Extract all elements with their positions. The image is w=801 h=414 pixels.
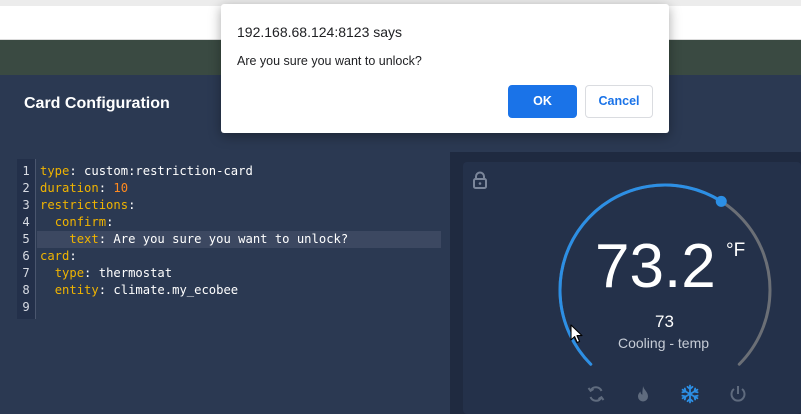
- code-line[interactable]: 3 restrictions:: [17, 197, 441, 214]
- dialog-origin: 192.168.68.124:8123 says: [237, 24, 403, 40]
- hvac-mode-label: Cooling - temp: [618, 335, 710, 351]
- code-line[interactable]: 6 card:: [17, 248, 441, 265]
- code-token: :: [128, 198, 136, 212]
- lock-icon[interactable]: [472, 171, 488, 189]
- code-token: type: [54, 266, 85, 280]
- code-line[interactable]: 2 duration: 10: [17, 180, 441, 197]
- line-number: 3: [22, 198, 30, 212]
- off-mode-icon[interactable]: [728, 384, 748, 404]
- code-token: custom:restriction-card: [84, 164, 253, 178]
- dialog-message: Are you sure you want to unlock?: [237, 54, 422, 68]
- code-line[interactable]: 9: [17, 299, 441, 316]
- code-token: confirm: [54, 215, 107, 229]
- code-token: entity: [54, 283, 99, 297]
- code-line[interactable]: 1 type: custom:restriction-card: [17, 163, 441, 180]
- code-token: Are you sure you want to unlock?: [113, 232, 349, 246]
- code-text: confirm:: [40, 214, 114, 231]
- dial-handle: [715, 195, 727, 207]
- code-token: 10: [113, 181, 129, 195]
- code-token: duration: [40, 181, 99, 195]
- code-token: thermostat: [98, 266, 173, 280]
- code-line[interactable]: 5 text: Are you sure you want to unlock?: [22, 231, 441, 248]
- code-text: duration: 10: [40, 180, 128, 197]
- confirm-dialog: 192.168.68.124:8123 says Are you sure yo…: [221, 4, 669, 133]
- code-text: card:: [40, 248, 77, 265]
- code-token: type: [40, 164, 70, 178]
- heat-mode-icon[interactable]: [633, 384, 653, 404]
- target-temperature: 73: [655, 312, 674, 331]
- code-token: :: [98, 283, 114, 297]
- code-line[interactable]: 7 type: thermostat: [17, 265, 441, 282]
- code-token: text: [69, 232, 99, 246]
- current-temperature: 73.2: [595, 232, 716, 301]
- line-number: 1: [22, 164, 30, 178]
- auto-mode-icon[interactable]: [586, 384, 606, 404]
- line-number: 8: [22, 283, 30, 297]
- code-line[interactable]: 8 entity: climate.my_ecobee: [17, 282, 441, 299]
- code-text: entity: climate.my_ecobee: [40, 282, 238, 299]
- code-token: :: [106, 215, 114, 229]
- cancel-button[interactable]: Cancel: [585, 85, 653, 118]
- line-number: 7: [22, 266, 30, 280]
- code-text: type: custom:restriction-card: [40, 163, 253, 180]
- mouse-cursor-icon: [570, 324, 583, 344]
- yaml-code-editor[interactable]: 1 type: custom:restriction-card 2 duration:…: [17, 159, 441, 319]
- code-token: :: [69, 164, 85, 178]
- code-line[interactable]: 4 confirm:: [17, 214, 441, 231]
- code-token: card: [40, 249, 70, 263]
- line-number: 2: [22, 181, 30, 195]
- code-token: :: [84, 266, 99, 280]
- cool-mode-icon[interactable]: [680, 384, 700, 404]
- code-token: :: [69, 249, 77, 263]
- code-text: restrictions:: [40, 197, 135, 214]
- ok-button[interactable]: OK: [508, 85, 577, 118]
- code-token: climate.my_ecobee: [113, 283, 239, 297]
- temperature-unit: °F: [726, 240, 746, 261]
- line-number: 6: [22, 249, 30, 263]
- code-text: text: Are you sure you want to unlock?: [40, 231, 348, 248]
- line-number: 4: [22, 215, 30, 229]
- code-token: restrictions: [40, 198, 129, 212]
- code-token: :: [98, 181, 114, 195]
- card-configuration-title: Card Configuration: [24, 95, 170, 112]
- code-token: :: [98, 232, 114, 246]
- line-number: 5: [22, 232, 30, 246]
- line-number: 9: [22, 300, 30, 314]
- code-text: type: thermostat: [40, 265, 172, 282]
